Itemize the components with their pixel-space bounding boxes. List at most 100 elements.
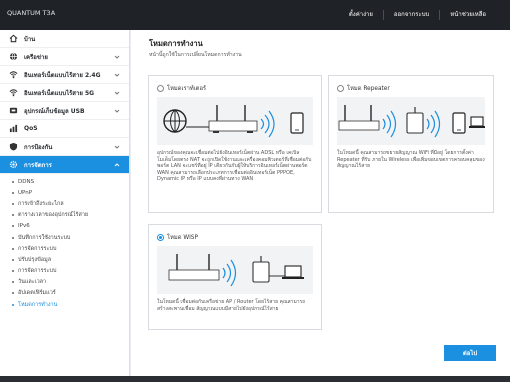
sidebar-item-label: อินเทอร์เน็ตแบบไร้สาย 5G [24,89,95,97]
chevron-down-icon [113,53,121,61]
submenu-item-label: อัปเดตเฟิร์มแวร์ [18,290,56,297]
submenu-item-ddns[interactable]: DDNS [0,176,129,187]
qos-icon [8,124,18,134]
sidebar-item-label: การจัดการ [24,161,52,169]
router-mode-illustration [157,97,313,145]
next-button[interactable]: ต่อไป [444,345,496,361]
sidebar-item-label: บ้าน [24,35,36,43]
sidebar-item-qos[interactable]: QoS [0,120,129,138]
mode-card-wisp[interactable]: โหมด WISP ในโหมดนี้ เชื่อมต่อกับเครือข่า… [148,224,322,330]
bullet-icon [12,214,14,217]
page-title: โหมดการทำงาน [149,39,203,48]
model-name: QUANTUM T3A [7,9,56,17]
sidebar-item-label: เครือข่าย [24,53,48,61]
repeater-mode-description: ในโหมดนี้ คุณสามารถขยายสัญญาณ WiFi ที่มี… [337,150,485,170]
submenu-item-ipv6[interactable]: IPv6 [0,221,129,232]
bullet-icon [12,303,14,306]
submenu-item-label: ตารางเวลาของอุปกรณ์ไร้สาย [18,212,89,219]
submenu-item-system-management[interactable]: การจัดการระบบ [0,243,129,254]
usb-icon [8,106,18,116]
submenu-item-label: DDNS [18,178,35,185]
submenu-item-label: โหมดการทำงาน [18,301,58,308]
wisp-diagram-icon [168,254,304,287]
sidebar-item-label: การป้องกัน [24,143,53,151]
logout-link[interactable]: ออกจากระบบ [382,10,439,20]
submenu-item-date-time[interactable]: วันและเวลา [0,277,129,288]
chevron-down-icon [113,89,121,97]
router-mode-radio[interactable] [157,84,164,92]
submenu-item-label: การจัดการระบบ [18,268,57,275]
submenu-item-operation-mode[interactable]: โหมดการทำงาน [0,299,129,310]
submenu-item-upnp[interactable]: UPnP [0,187,129,198]
router-diagram-icon [163,105,304,138]
mode-card-repeater[interactable]: โหมด Repeater ในโหมดนี้ คุณสามารถขยายสัญ… [328,75,494,213]
bullet-icon [12,270,14,273]
chevron-down-icon [113,107,121,115]
bullet-icon [12,191,14,194]
sidebar-item-usb[interactable]: อุปกรณ์เก็บข้อมูล USB [0,102,129,120]
top-nav: ตั้งค่าง่าย ออกจากระบบ หน้าช่วยเหลือ [339,0,496,30]
repeater-mode-illustration [337,97,485,145]
sidebar-item-management[interactable]: การจัดการ [0,156,129,174]
repeater-diagram-icon [338,105,485,138]
main-content: โหมดการทำงาน หน้านี้ถูกใช้ในการเปลี่ยนโห… [131,30,510,382]
sidebar: บ้าน เครือข่าย อินเทอร์เน็ตแบบไร้สาย 2.4… [0,30,130,382]
top-header: QUANTUM T3A ตั้งค่าง่าย ออกจากระบบ หน้าช… [0,0,510,30]
easy-setup-link[interactable]: ตั้งค่าง่าย [339,10,383,20]
wifi-icon [8,70,18,80]
chevron-down-icon [113,71,121,79]
submenu-item-firmware-update[interactable]: อัปเดตเฟิร์มแวร์ [0,288,129,299]
shield-icon [8,142,18,152]
wisp-mode-description: ในโหมดนี้ เชื่อมต่อกับเครือข่าย AP / Rou… [157,299,306,312]
management-submenu: DDNS UPnP การเข้าถึงระยะไกล ตารางเวลาของ… [0,174,129,310]
gear-icon [8,160,18,170]
submenu-item-label: การเข้าถึงระยะไกล [18,200,64,207]
bullet-icon [12,292,14,295]
bullet-icon [12,180,14,183]
chevron-down-icon [113,143,121,151]
submenu-item-wireless-schedule[interactable]: ตารางเวลาของอุปกรณ์ไร้สาย [0,210,129,221]
sidebar-item-label: QoS [24,125,38,132]
mode-card-router[interactable]: โหมดเราท์เตอร์ อุปกรณ์ของคุณจะเชื่อมต่อไ… [148,75,322,213]
router-mode-label: โหมดเราท์เตอร์ [167,86,207,92]
page-description: หน้านี้ถูกใช้ในการเปลี่ยนโหมดการทำงาน [149,52,242,58]
submenu-item-update-data[interactable]: ปรับปรุงข้อมูล [0,254,129,265]
bullet-icon [12,225,14,228]
sidebar-item-security[interactable]: การป้องกัน [0,138,129,156]
sidebar-item-wireless-5g[interactable]: อินเทอร์เน็ตแบบไร้สาย 5G [0,84,129,102]
wisp-mode-option[interactable]: โหมด WISP [157,232,198,242]
submenu-item-label: UPnP [18,189,33,196]
bullet-icon [12,247,14,250]
wisp-mode-illustration [157,246,313,294]
submenu-item-system-admin[interactable]: การจัดการระบบ [0,266,129,277]
submenu-item-system-log[interactable]: บันทึกการใช้งานระบบ [0,232,129,243]
submenu-item-label: บันทึกการใช้งานระบบ [18,234,71,241]
repeater-mode-label: โหมด Repeater [347,86,390,92]
sidebar-item-label: อินเทอร์เน็ตแบบไร้สาย 2.4G [24,71,101,79]
globe-icon [8,52,18,62]
sidebar-item-network[interactable]: เครือข่าย [0,48,129,66]
submenu-item-remote-access[interactable]: การเข้าถึงระยะไกล [0,198,129,209]
home-icon [8,34,18,44]
sidebar-item-wireless-24g[interactable]: อินเทอร์เน็ตแบบไร้สาย 2.4G [0,66,129,84]
repeater-mode-radio[interactable] [337,84,344,92]
chevron-up-icon [113,161,121,169]
bullet-icon [12,258,14,261]
submenu-item-label: การจัดการระบบ [18,245,57,252]
submenu-item-label: ปรับปรุงข้อมูล [18,256,52,263]
router-mode-description: อุปกรณ์ของคุณจะเชื่อมต่อไปยังอินเทอร์เน็… [157,150,312,183]
help-link[interactable]: หน้าช่วยเหลือ [439,10,496,20]
wisp-mode-label: โหมด WISP [167,235,198,241]
repeater-mode-option[interactable]: โหมด Repeater [337,83,390,93]
wisp-mode-radio[interactable] [157,233,164,241]
submenu-item-label: IPv6 [18,223,30,230]
bottom-bar [0,376,510,382]
brand-logo: QUANTUM T3A [7,2,55,17]
sidebar-item-home[interactable]: บ้าน [0,30,129,48]
router-mode-option[interactable]: โหมดเราท์เตอร์ [157,83,206,93]
bullet-icon [12,202,14,205]
wifi-icon [8,88,18,98]
submenu-item-label: วันและเวลา [18,279,47,286]
bullet-icon [12,281,14,284]
sidebar-item-label: อุปกรณ์เก็บข้อมูล USB [24,107,85,115]
